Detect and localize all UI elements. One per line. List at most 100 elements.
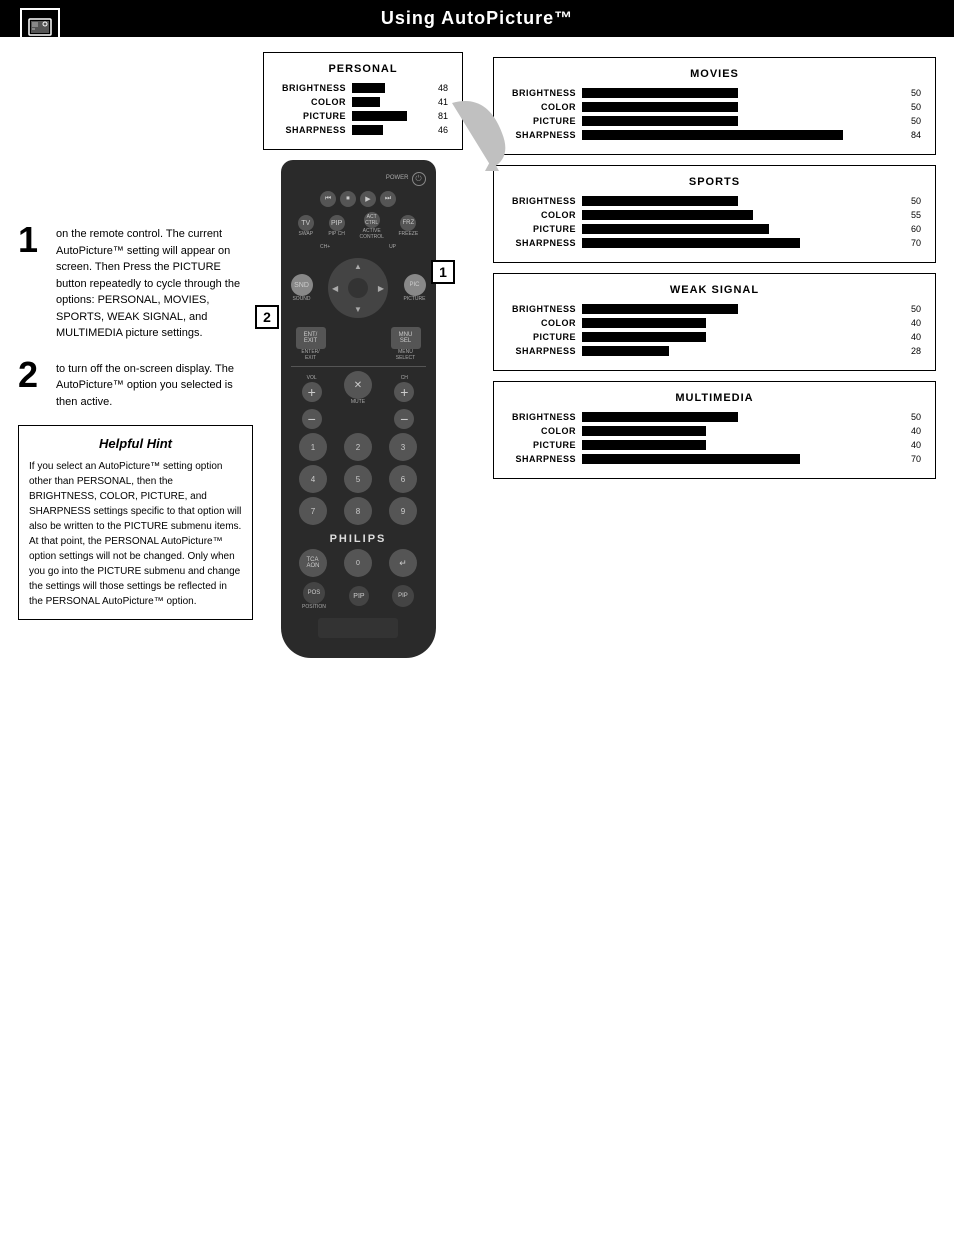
setting-row: COLOR55 [508, 210, 921, 220]
tv-button[interactable]: TV [298, 215, 314, 231]
setting-bar-container [582, 412, 893, 422]
hint-text: If you select an AutoPicture™ setting op… [29, 459, 242, 609]
setting-value: 48 [426, 83, 448, 93]
ch-up-button[interactable]: + [394, 382, 414, 402]
setting-bar [582, 332, 706, 342]
pip-right-button[interactable]: PIP [392, 585, 414, 607]
stop-button[interactable]: ⏹ [340, 191, 356, 207]
step-badge-1: 1 [431, 260, 455, 284]
setting-bar-container [582, 196, 893, 206]
vol-down-button[interactable]: − [302, 409, 322, 429]
setting-bar [582, 454, 800, 464]
mute-button[interactable]: ✕ [344, 371, 372, 399]
touch-aon-button[interactable]: TCAAON [299, 549, 327, 577]
step-badge-2: 2 [255, 305, 279, 329]
remote-wrap: 1 2 POWER ⏻ ⏮ ⏹ ▶ ⏭ [253, 160, 463, 658]
movies-title: MOVIES [508, 68, 921, 80]
setting-bar-container [582, 426, 893, 436]
setting-bar-container [582, 454, 893, 464]
setting-value: 81 [426, 111, 448, 121]
btn-4[interactable]: 4 [299, 465, 327, 493]
btn-1[interactable]: 1 [299, 433, 327, 461]
skip-button[interactable]: ↵ [389, 549, 417, 577]
personal-settings: BRIGHTNESS48COLOR41PICTURE81SHARPNESS46 [278, 83, 448, 135]
setting-row: PICTURE 40 [508, 440, 921, 450]
play-button[interactable]: ▶ [360, 191, 376, 207]
pip-center-button[interactable]: PIP [349, 586, 369, 606]
sports-panel: SPORTS BRIGHTNESS50COLOR55PICTURE60SHARP… [493, 165, 936, 263]
sound-button[interactable]: SND [291, 274, 313, 296]
btn-2[interactable]: 2 [344, 433, 372, 461]
step-2-number: 2 [18, 357, 48, 393]
setting-bar [582, 426, 706, 436]
setting-row: BRIGHTNESS50 [508, 196, 921, 206]
setting-label: PICTURE [508, 440, 576, 450]
setting-value: 50 [899, 116, 921, 126]
instructions-col: 1 on the remote control. The current Aut… [18, 52, 253, 658]
setting-bar-container [582, 116, 893, 126]
step-2-text: to turn off the on-screen display. The A… [56, 357, 253, 411]
brand-label: PHILIPS [291, 533, 426, 545]
menu-select-button[interactable]: MNUSEL [391, 327, 421, 349]
setting-bar-container [582, 318, 893, 328]
setting-row: BRIGHTNESS48 [278, 83, 448, 93]
setting-value: 40 [899, 440, 921, 450]
btn-8[interactable]: 8 [344, 497, 372, 525]
zero-button[interactable]: 0 [344, 549, 372, 577]
setting-bar [582, 224, 769, 234]
picture-button[interactable]: PIC [404, 274, 426, 296]
setting-bar [582, 88, 738, 98]
setting-label: SHARPNESS [508, 346, 576, 356]
main-layout: 1 on the remote control. The current Aut… [0, 37, 954, 658]
ch-down-button[interactable]: − [394, 409, 414, 429]
power-button[interactable]: ⏻ [412, 172, 426, 186]
setting-label: SHARPNESS [508, 130, 576, 140]
personal-panel-title: PERSONAL [278, 63, 448, 75]
header-title: Using AutoPicture™ [381, 8, 573, 29]
sports-title: SPORTS [508, 176, 921, 188]
setting-row: COLOR40 [508, 426, 921, 436]
position-button[interactable]: POS [303, 582, 325, 604]
enter-exit-button[interactable]: ENT/EXIT [296, 327, 326, 349]
setting-value: 40 [899, 318, 921, 328]
setting-row: PICTURE81 [278, 111, 448, 121]
btn-5[interactable]: 5 [344, 465, 372, 493]
setting-bar [352, 97, 380, 107]
helpful-hint-box: Helpful Hint If you select an AutoPictur… [18, 425, 253, 620]
setting-bar [582, 210, 753, 220]
fastforward-button[interactable]: ⏭ [380, 191, 396, 207]
setting-bar [582, 304, 738, 314]
setting-value: 55 [899, 210, 921, 220]
setting-label: PICTURE [508, 332, 576, 342]
setting-row: SHARPNESS84 [508, 130, 921, 140]
center-col: PERSONAL BRIGHTNESS48COLOR41PICTURE81SHA… [253, 52, 463, 658]
step-1-number: 1 [18, 222, 48, 258]
freeze-button[interactable]: FRZ [400, 215, 416, 231]
setting-bar [582, 440, 706, 450]
setting-bar-container [352, 97, 420, 107]
pip-ch-button[interactable]: PIP [329, 215, 345, 231]
page-header: Using AutoPicture™ [0, 0, 954, 37]
setting-bar [352, 111, 407, 121]
nav-pad[interactable]: ▲ ▼ ◀ ▶ [328, 258, 388, 318]
btn-9[interactable]: 9 [389, 497, 417, 525]
setting-value: 50 [899, 412, 921, 422]
vol-up-button[interactable]: + [302, 382, 322, 402]
setting-bar-container [582, 238, 893, 248]
active-control-button[interactable]: ACTCTRL [364, 212, 380, 228]
step-2: 2 to turn off the on-screen display. The… [18, 357, 253, 411]
setting-bar-container [352, 83, 420, 93]
btn-6[interactable]: 6 [389, 465, 417, 493]
setting-bar-container [582, 304, 893, 314]
btn-3[interactable]: 3 [389, 433, 417, 461]
setting-row: COLOR41 [278, 97, 448, 107]
setting-bar [582, 196, 738, 206]
setting-label: BRIGHTNESS [508, 88, 576, 98]
setting-value: 70 [899, 454, 921, 464]
rewind-button[interactable]: ⏮ [320, 191, 336, 207]
setting-value: 40 [899, 426, 921, 436]
setting-label: COLOR [278, 97, 346, 107]
setting-label: BRIGHTNESS [508, 196, 576, 206]
btn-7[interactable]: 7 [299, 497, 327, 525]
setting-label: COLOR [508, 102, 576, 112]
